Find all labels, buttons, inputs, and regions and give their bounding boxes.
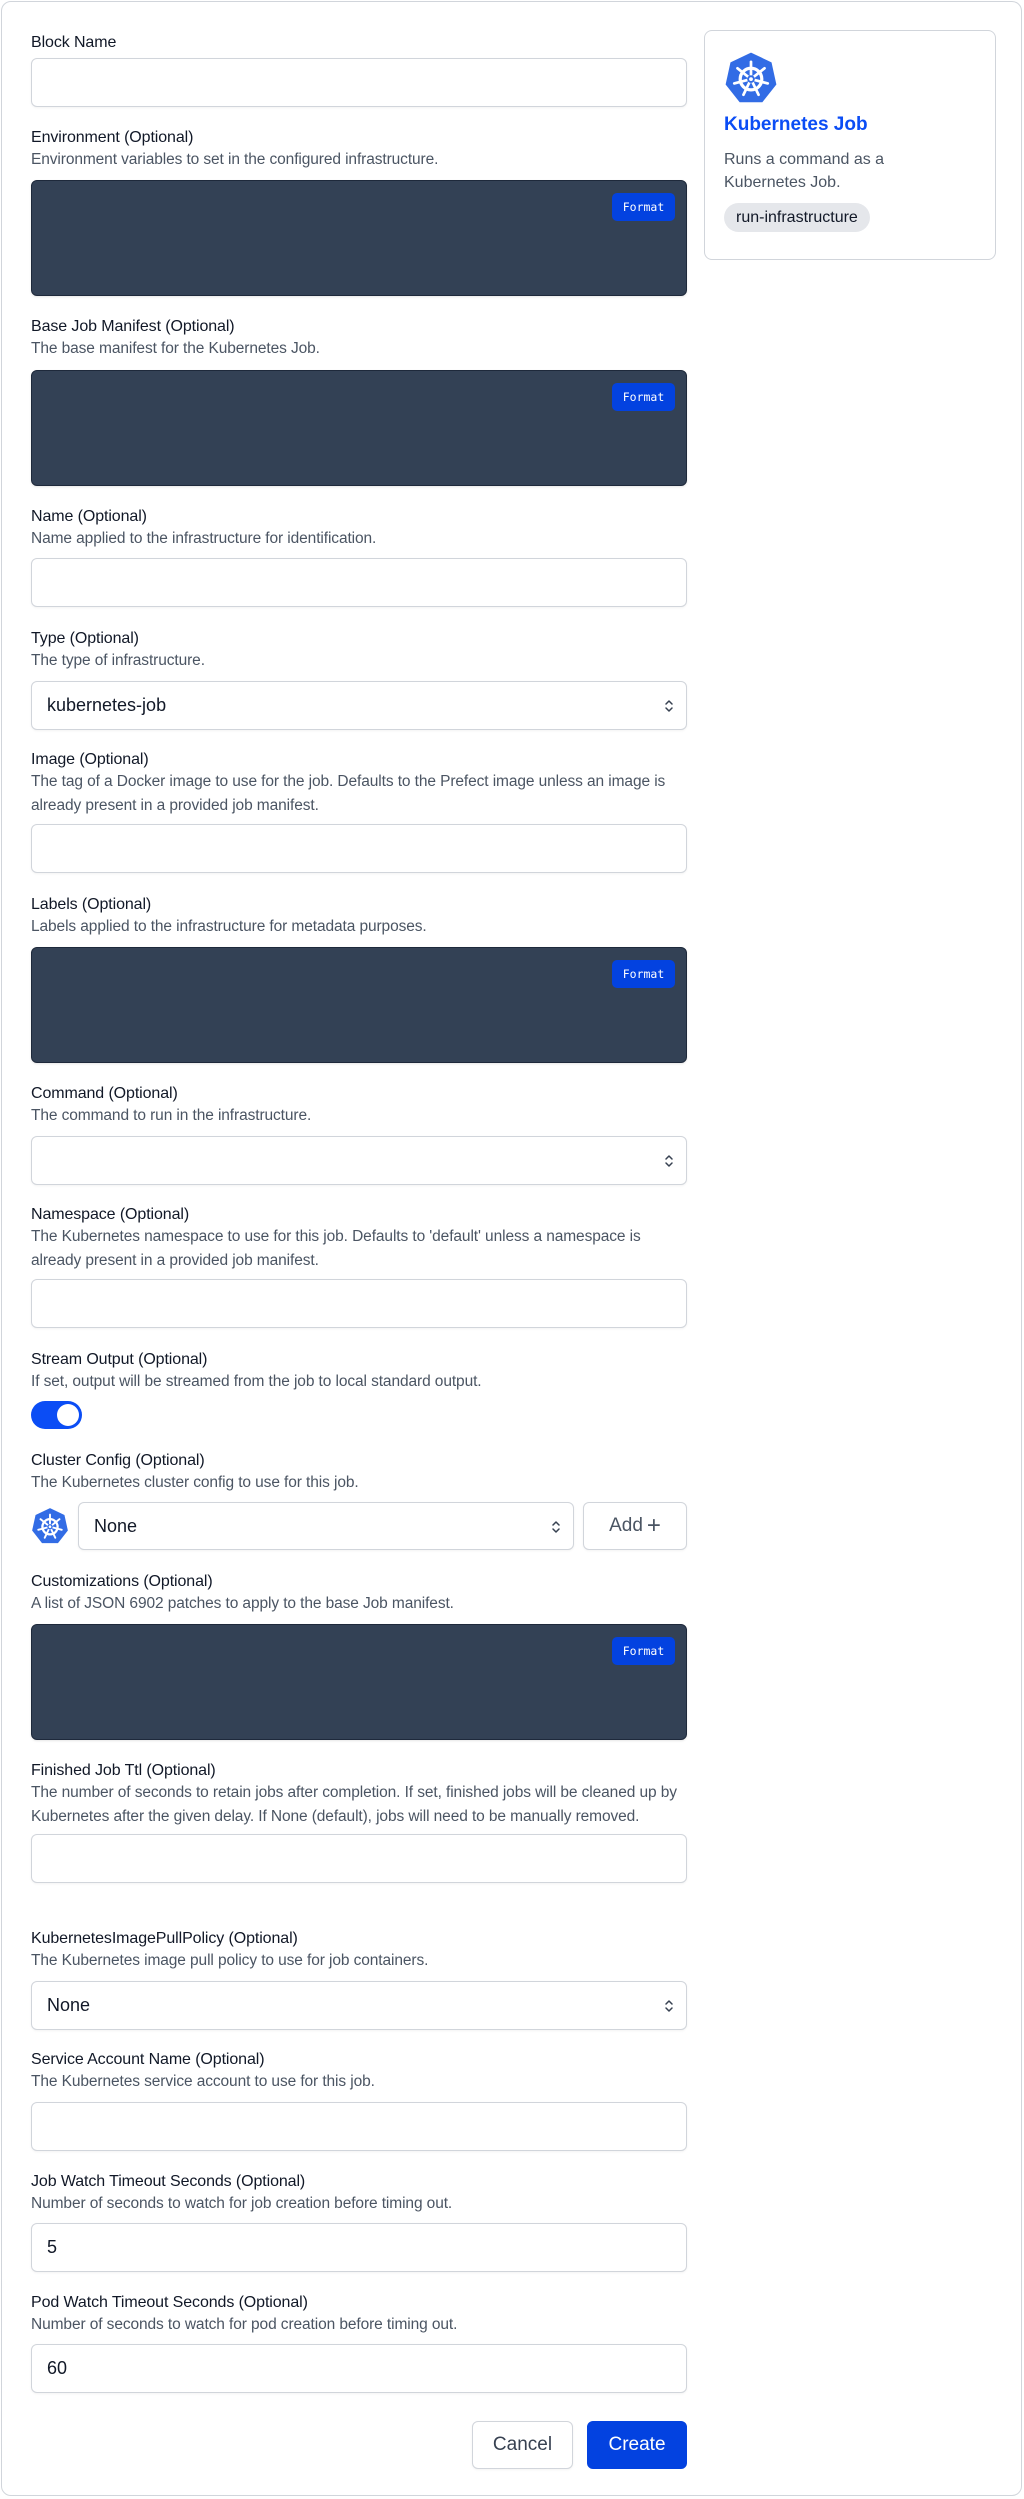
field-description: The Kubernetes cluster config to use for… (31, 1474, 359, 1491)
format-button[interactable]: Format (612, 1637, 675, 1665)
block-type-card: Kubernetes Job Runs a command as a Kuber… (704, 30, 996, 260)
environment-json-editor[interactable]: Format (31, 180, 687, 296)
block-name-input[interactable] (31, 58, 687, 107)
field-description: Number of seconds to watch for job creat… (31, 2195, 453, 2212)
field-description: The base manifest for the Kubernetes Job… (31, 340, 320, 357)
kubernetes-icon (31, 1507, 69, 1545)
field-description: The type of infrastructure. (31, 652, 205, 669)
field-description: The command to run in the infrastructure… (31, 1107, 312, 1124)
field-description: Name applied to the infrastructure for i… (31, 530, 377, 547)
format-button[interactable]: Format (612, 383, 675, 411)
image-pull-policy-select[interactable]: None (31, 1981, 687, 2030)
block-create-form-panel: Block Name Environment (Optional) Enviro… (1, 1, 1022, 2496)
field-type: Type (Optional) The type of infrastructu… (31, 629, 687, 730)
chevron-up-down-icon (664, 698, 674, 714)
field-pod-watch-timeout: Pod Watch Timeout Seconds (Optional) Num… (31, 2293, 687, 2393)
field-label: Name (Optional) (31, 508, 147, 525)
format-button[interactable]: Format (612, 960, 675, 988)
selected-value: kubernetes-job (47, 695, 167, 715)
field-customizations: Customizations (Optional) A list of JSON… (31, 1572, 687, 1740)
chevron-up-down-icon (664, 1153, 674, 1169)
field-finished-job-ttl: Finished Job Ttl (Optional) The number o… (31, 1761, 687, 1883)
field-label: Environment (Optional) (31, 129, 194, 146)
field-label: Base Job Manifest (Optional) (31, 318, 235, 335)
field-label: Pod Watch Timeout Seconds (Optional) (31, 2294, 308, 2311)
field-description: The Kubernetes namespace to use for this… (31, 1228, 641, 1269)
cluster-config-select[interactable]: None (78, 1502, 574, 1550)
block-type-title: Kubernetes Job (724, 114, 868, 135)
block-type-description: Runs a command as a Kubernetes Job. (724, 151, 885, 191)
toggle-knob (57, 1404, 79, 1426)
field-label: Type (Optional) (31, 630, 139, 647)
field-label: Stream Output (Optional) (31, 1351, 208, 1368)
field-label: Customizations (Optional) (31, 1573, 213, 1590)
cluster-config-row: None Add + (31, 1502, 687, 1550)
selected-value: None (94, 1516, 138, 1536)
kubernetes-icon (724, 51, 778, 105)
field-environment: Environment (Optional) Environment varia… (31, 128, 687, 296)
field-label: Finished Job Ttl (Optional) (31, 1762, 216, 1779)
field-label: Block Name (31, 34, 117, 51)
field-label: Service Account Name (Optional) (31, 2051, 265, 2068)
field-label: Labels (Optional) (31, 896, 152, 913)
image-input[interactable] (31, 824, 687, 873)
field-description: The tag of a Docker image to use for the… (31, 773, 666, 814)
namespace-input[interactable] (31, 1279, 687, 1328)
field-labels: Labels (Optional) Labels applied to the … (31, 895, 687, 1063)
name-input[interactable] (31, 558, 687, 607)
field-description: If set, output will be streamed from the… (31, 1373, 482, 1390)
service-account-name-input[interactable] (31, 2102, 687, 2151)
chevron-up-down-icon (664, 1998, 674, 2014)
field-job-watch-timeout: Job Watch Timeout Seconds (Optional) Num… (31, 2172, 687, 2272)
command-select[interactable] (31, 1136, 687, 1185)
add-cluster-config-button[interactable]: Add + (583, 1502, 687, 1550)
labels-json-editor[interactable]: Format (31, 947, 687, 1063)
customizations-json-editor[interactable]: Format (31, 1624, 687, 1740)
field-command: Command (Optional) The command to run in… (31, 1084, 687, 1185)
pod-watch-timeout-input[interactable] (31, 2344, 687, 2393)
field-label: Image (Optional) (31, 751, 149, 768)
field-description: Environment variables to set in the conf… (31, 151, 439, 168)
field-cluster-config: Cluster Config (Optional) The Kubernetes… (31, 1451, 687, 1550)
finished-job-ttl-input[interactable] (31, 1834, 687, 1883)
field-label: Command (Optional) (31, 1085, 178, 1102)
field-label: KubernetesImagePullPolicy (Optional) (31, 1930, 298, 1947)
field-label: Namespace (Optional) (31, 1206, 190, 1223)
field-description: Number of seconds to watch for pod creat… (31, 2316, 458, 2333)
plus-icon: + (646, 1512, 661, 1539)
field-image-pull-policy: KubernetesImagePullPolicy (Optional) The… (31, 1929, 687, 2030)
field-base-job-manifest: Base Job Manifest (Optional) The base ma… (31, 317, 687, 486)
field-stream-output: Stream Output (Optional) If set, output … (31, 1350, 687, 1429)
capability-badge: run-infrastructure (724, 203, 870, 232)
field-label: Job Watch Timeout Seconds (Optional) (31, 2173, 306, 2190)
create-button[interactable]: Create (587, 2421, 687, 2469)
chevron-up-down-icon (551, 1519, 561, 1535)
type-select[interactable]: kubernetes-job (31, 681, 687, 730)
field-service-account-name: Service Account Name (Optional) The Kube… (31, 2050, 687, 2151)
field-block-name: Block Name (31, 33, 687, 107)
field-description: A list of JSON 6902 patches to apply to … (31, 1595, 454, 1612)
stream-output-toggle[interactable] (31, 1401, 82, 1429)
field-namespace: Namespace (Optional) The Kubernetes name… (31, 1205, 687, 1328)
field-description: Labels applied to the infrastructure for… (31, 918, 427, 935)
selected-value: None (47, 1995, 91, 2015)
add-button-label: Add (609, 1515, 643, 1536)
job-watch-timeout-input[interactable] (31, 2223, 687, 2272)
field-description: The Kubernetes image pull policy to use … (31, 1952, 429, 1969)
format-button[interactable]: Format (612, 193, 675, 221)
field-label: Cluster Config (Optional) (31, 1452, 205, 1469)
field-image: Image (Optional) The tag of a Docker ima… (31, 750, 687, 873)
field-description: The Kubernetes service account to use fo… (31, 2073, 375, 2090)
base-job-manifest-json-editor[interactable]: Format (31, 370, 687, 486)
field-description: The number of seconds to retain jobs aft… (31, 1784, 677, 1825)
cancel-button[interactable]: Cancel (472, 2421, 573, 2469)
field-name: Name (Optional) Name applied to the infr… (31, 507, 687, 607)
